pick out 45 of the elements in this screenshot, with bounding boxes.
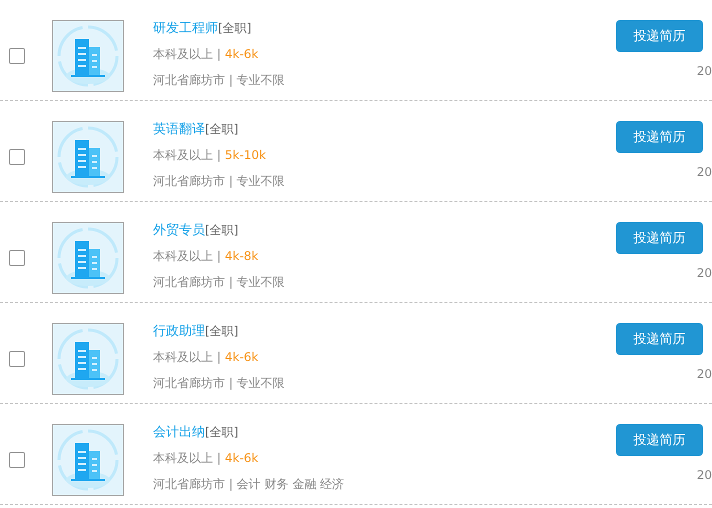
date-text: 20 (696, 468, 712, 482)
apply-button[interactable]: 投递简历 (616, 121, 703, 153)
job-type: [全职] (205, 122, 238, 136)
salary-text: 4k-6k (224, 350, 258, 364)
job-title-link[interactable]: 研发工程师 (153, 21, 218, 36)
job-title-link[interactable]: 会计出纳 (153, 425, 205, 440)
details-text: 河北省廊坊市 | 专业不限 (153, 376, 285, 390)
apply-button[interactable]: 投递简历 (616, 20, 703, 52)
job-type: [全职] (205, 425, 238, 439)
education-text: 本科及以上 | (153, 249, 221, 263)
company-logo-icon (52, 20, 124, 92)
job-title-link[interactable]: 英语翻译 (153, 122, 205, 137)
checkbox[interactable] (9, 48, 25, 64)
education-text: 本科及以上 | (153, 148, 221, 162)
checkbox[interactable] (9, 149, 25, 165)
salary-text: 4k-8k (224, 249, 258, 263)
details-text: 河北省廊坊市 | 专业不限 (153, 174, 285, 188)
apply-button[interactable]: 投递简历 (616, 323, 703, 355)
education-text: 本科及以上 | (153, 47, 221, 61)
company-logo-icon (52, 323, 124, 395)
apply-button[interactable]: 投递简历 (616, 424, 703, 456)
date-text: 20 (696, 266, 712, 280)
salary-text: 4k-6k (224, 47, 258, 61)
company-logo-icon (52, 121, 124, 193)
job-type: [全职] (218, 21, 252, 35)
job-title-link[interactable]: 行政助理 (153, 324, 205, 339)
company-logo-icon (52, 424, 124, 496)
apply-button[interactable]: 投递简历 (616, 222, 703, 254)
job-type: [全职] (205, 223, 238, 237)
checkbox[interactable] (9, 250, 25, 266)
details-text: 河北省廊坊市 | 专业不限 (153, 275, 285, 289)
details-text: 河北省廊坊市 | 会计 财务 金融 经济 (153, 477, 344, 491)
date-text: 20 (696, 64, 712, 78)
education-text: 本科及以上 | (153, 350, 221, 364)
date-text: 20 (696, 367, 712, 381)
checkbox[interactable] (9, 351, 25, 367)
company-logo-icon (52, 222, 124, 294)
salary-text: 4k-6k (224, 451, 258, 465)
job-title-link[interactable]: 外贸专员 (153, 223, 205, 238)
job-type: [全职] (205, 324, 238, 338)
date-text: 20 (696, 165, 712, 179)
education-text: 本科及以上 | (153, 451, 221, 465)
salary-text: 5k-10k (224, 148, 266, 162)
details-text: 河北省廊坊市 | 专业不限 (153, 73, 285, 87)
checkbox[interactable] (9, 452, 25, 468)
